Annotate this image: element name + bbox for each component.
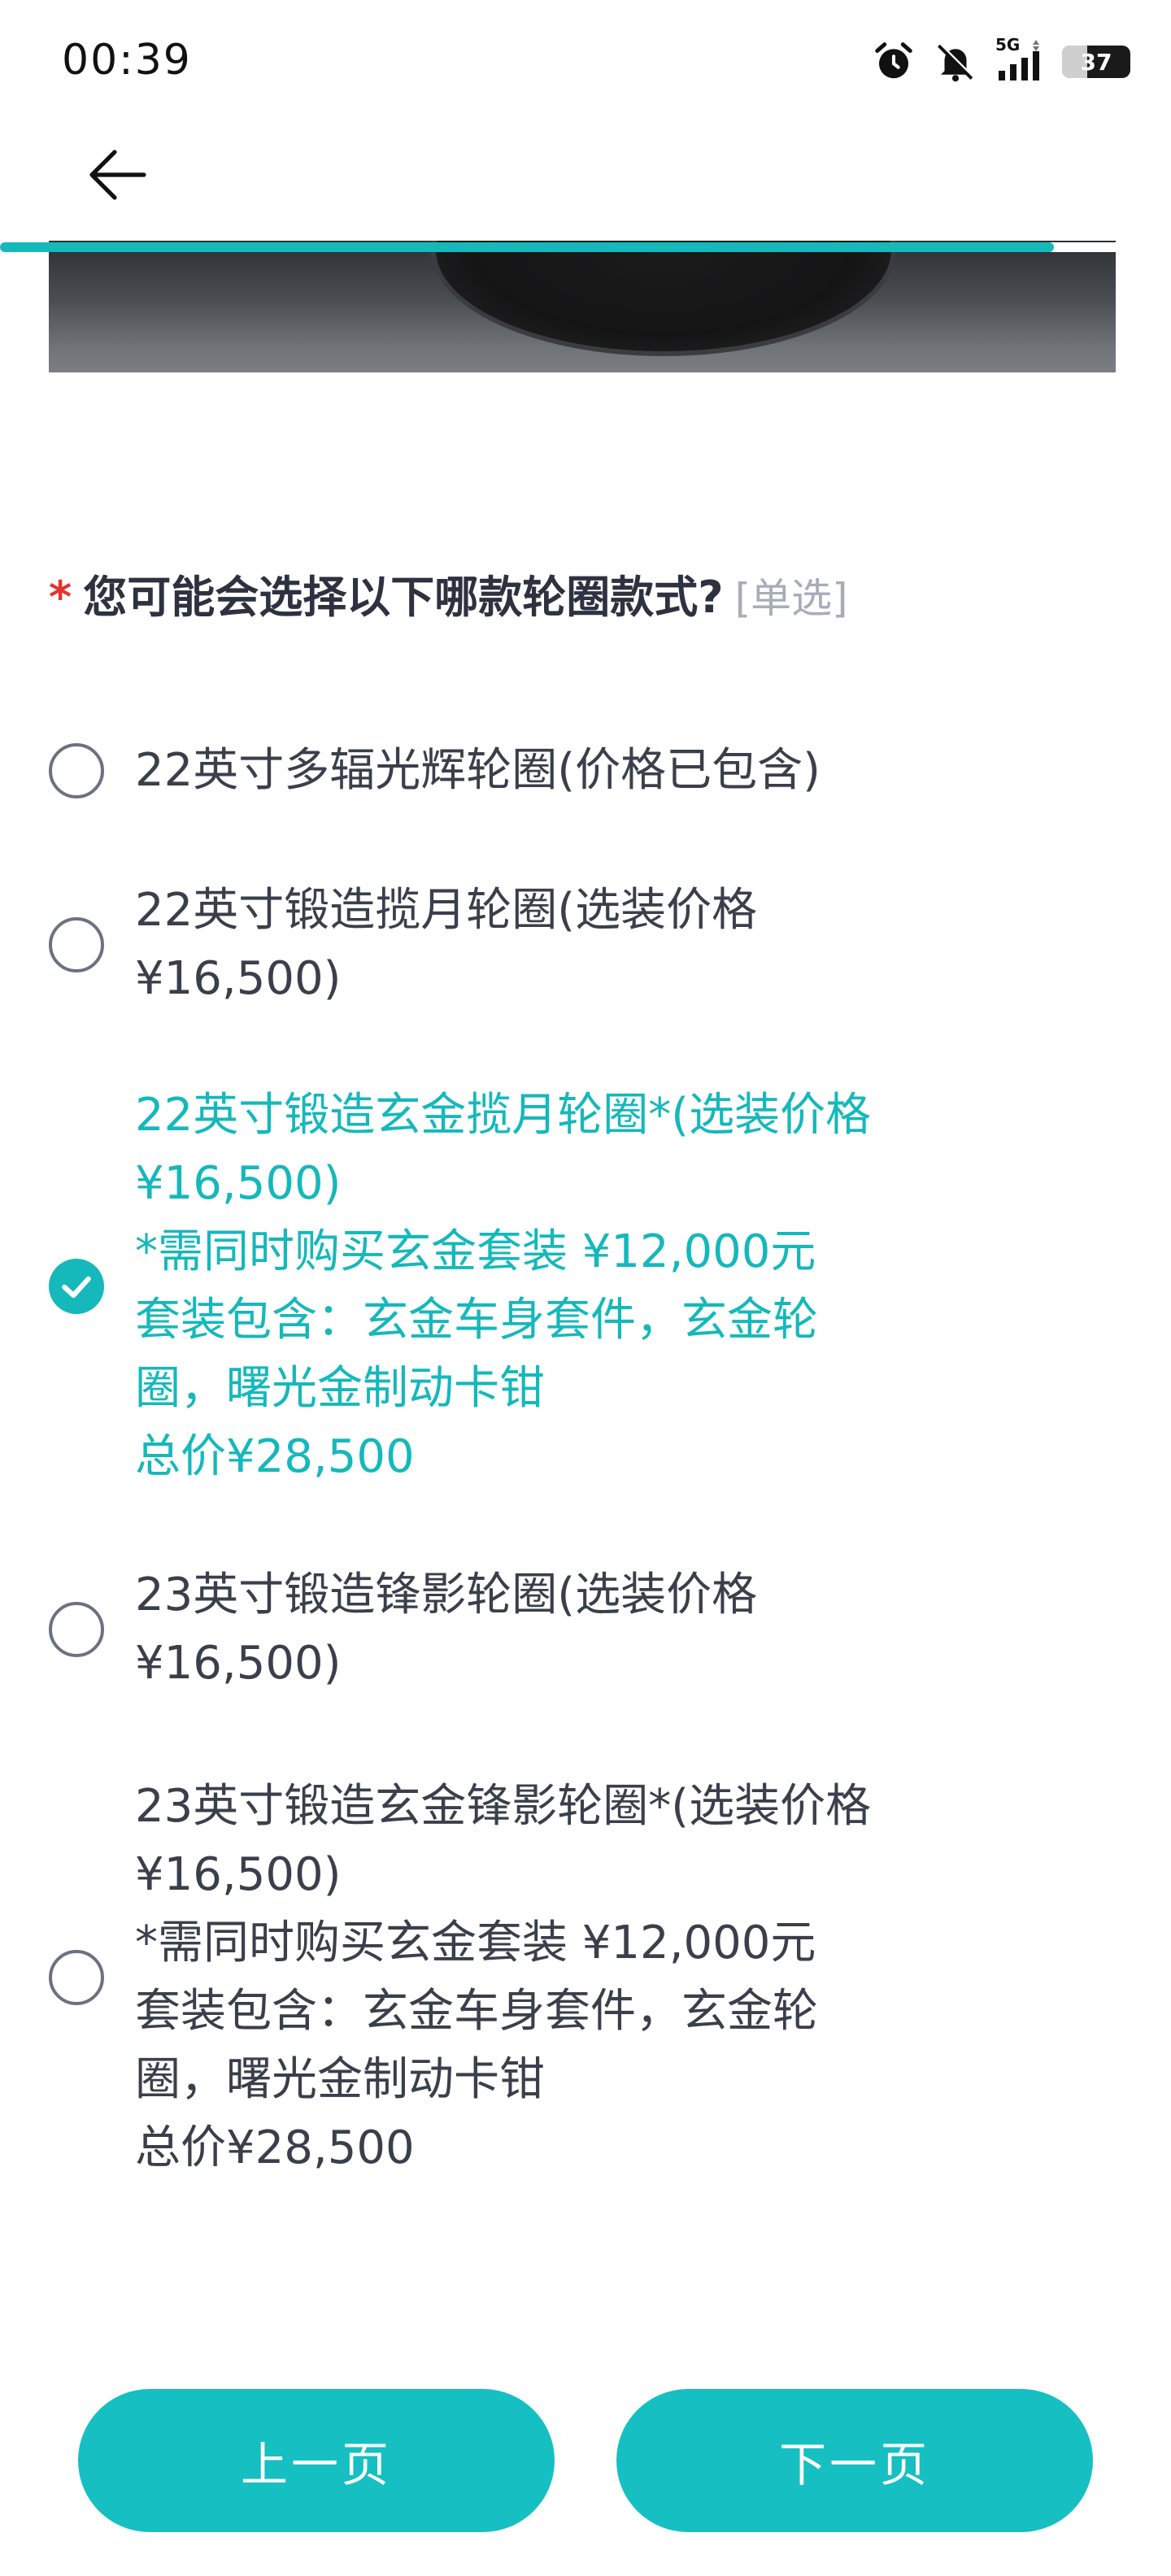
progress-bar bbox=[0, 242, 1054, 252]
radio-button-checked[interactable] bbox=[49, 1259, 104, 1314]
option-1[interactable]: 22英寸多辐光辉轮圈(价格已包含) bbox=[49, 737, 1073, 805]
mute-icon bbox=[937, 43, 974, 82]
status-time: 00:39 bbox=[62, 36, 192, 85]
option-label: 22英寸多辐光辉轮圈(价格已包含) bbox=[135, 744, 821, 797]
wheel-image bbox=[49, 241, 1116, 372]
battery-icon: 37 bbox=[1062, 46, 1130, 78]
radio-button[interactable] bbox=[49, 1602, 104, 1657]
option-4[interactable]: 23英寸锻造锋影轮圈(选装价格 ¥16,500) bbox=[49, 1561, 1073, 1698]
option-2[interactable]: 22英寸锻造揽月轮圈(选装价格 ¥16,500) bbox=[49, 877, 1073, 1013]
option-label: 22英寸锻造玄金揽月轮圈*(选装价格 ¥16,500) *需同时购买玄金套装 ¥… bbox=[135, 1089, 872, 1483]
next-page-button[interactable]: 下一页 bbox=[616, 2389, 1093, 2532]
tyre-graphic bbox=[431, 241, 896, 356]
back-arrow-icon bbox=[89, 150, 146, 200]
checkmark-icon bbox=[62, 1276, 91, 1299]
option-label: 23英寸锻造玄金锋影轮圈*(选装价格 ¥16,500) *需同时购买玄金套装 ¥… bbox=[135, 1780, 872, 2174]
signal-icon: 5G bbox=[995, 35, 1044, 84]
question-title-row: * 您可能会选择以下哪款轮圈款式? [单选] bbox=[49, 561, 1106, 625]
required-mark: * bbox=[49, 572, 72, 623]
question-type-tag: [单选] bbox=[734, 575, 848, 622]
back-button[interactable] bbox=[81, 138, 155, 211]
battery-percent: 37 bbox=[1080, 48, 1112, 76]
question-title: 您可能会选择以下哪款轮圈款式? bbox=[83, 572, 724, 623]
radio-button[interactable] bbox=[49, 1950, 104, 2005]
radio-button[interactable] bbox=[49, 917, 104, 973]
alarm-icon bbox=[875, 42, 912, 79]
option-label: 22英寸锻造揽月轮圈(选装价格 ¥16,500) bbox=[135, 884, 758, 1005]
radio-button[interactable] bbox=[49, 743, 104, 798]
option-5[interactable]: 23英寸锻造玄金锋影轮圈*(选装价格 ¥16,500) *需同时购买玄金套装 ¥… bbox=[49, 1773, 1073, 2182]
prev-page-button[interactable]: 上一页 bbox=[78, 2389, 555, 2532]
option-label: 23英寸锻造锋影轮圈(选装价格 ¥16,500) bbox=[135, 1569, 758, 1690]
status-icons: 5G 37 bbox=[872, 35, 1130, 86]
option-3[interactable]: 22英寸锻造玄金揽月轮圈*(选装价格 ¥16,500) *需同时购买玄金套装 ¥… bbox=[49, 1081, 1073, 1491]
